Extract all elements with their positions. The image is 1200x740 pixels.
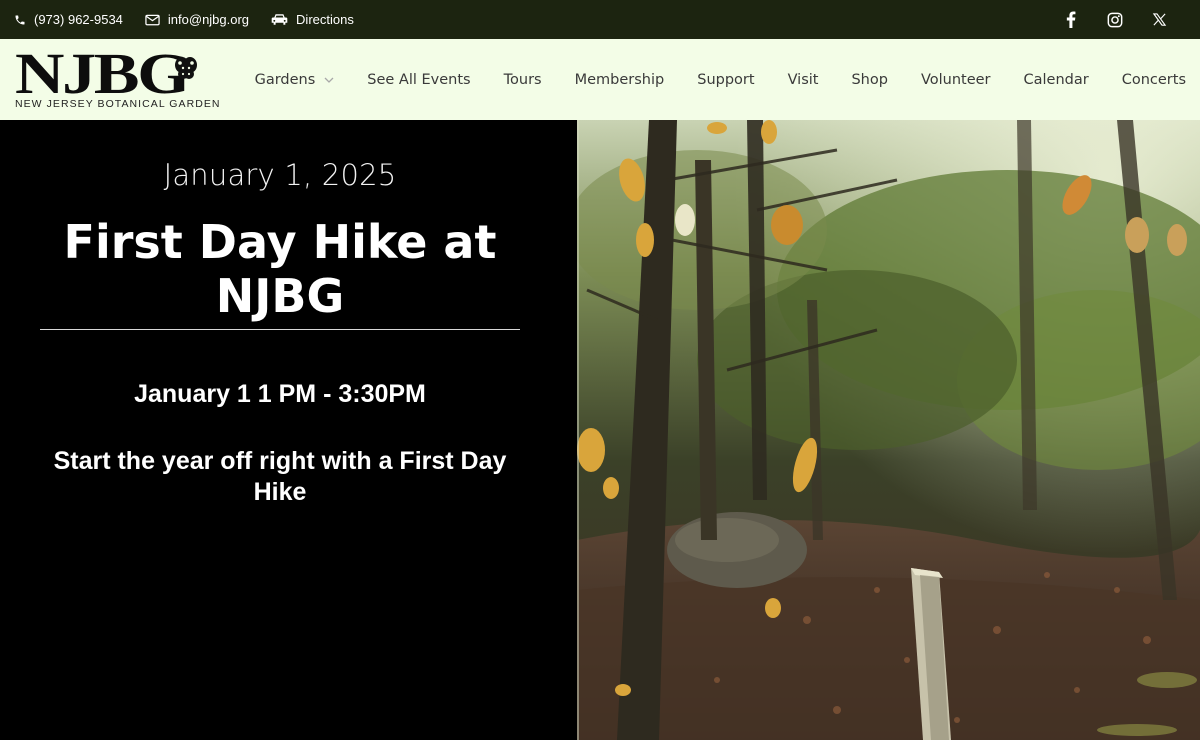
social-links bbox=[1038, 9, 1186, 31]
nav-item-membership[interactable]: Membership bbox=[575, 72, 665, 88]
nav-item-label: Membership bbox=[574, 71, 665, 88]
event-date: January 1, 2025 bbox=[163, 158, 397, 192]
nav-item-label: Shop bbox=[851, 71, 888, 88]
nav-item-visit[interactable]: Visit bbox=[788, 72, 819, 88]
logo-mark: NJBG bbox=[15, 41, 190, 106]
butterfly-icon bbox=[175, 57, 197, 79]
nav-item-label: Volunteer bbox=[920, 71, 991, 88]
facebook-icon bbox=[1066, 11, 1076, 28]
nav-item-label: Tours bbox=[503, 71, 542, 88]
email-link[interactable]: info@njbg.org bbox=[145, 12, 249, 27]
facebook-link[interactable] bbox=[1060, 9, 1082, 31]
nav-item-support[interactable]: Support bbox=[697, 72, 754, 88]
nav-item-shop[interactable]: Shop bbox=[851, 72, 887, 88]
x-link[interactable] bbox=[1148, 9, 1170, 31]
envelope-icon bbox=[145, 14, 160, 25]
forest-illustration bbox=[577, 120, 1200, 740]
nav-item-tours[interactable]: Tours bbox=[504, 72, 542, 88]
nav-item-label: Visit bbox=[787, 71, 819, 88]
njbg-logo[interactable]: NJBG NEW JERSEY BOTANICAL GARDEN bbox=[15, 42, 219, 112]
title-divider bbox=[40, 329, 520, 330]
instagram-icon bbox=[1107, 12, 1123, 27]
main-navbar: NJBG NEW JERSEY BOTANICAL GARDEN Gardens… bbox=[0, 39, 1200, 120]
nav-menu: Gardens See All Events Tours Membership … bbox=[255, 39, 1186, 120]
nav-item-label: Support bbox=[697, 71, 755, 88]
phone-link[interactable]: (973) 962-9534 bbox=[14, 12, 123, 27]
nav-item-concerts[interactable]: Concerts bbox=[1122, 72, 1186, 88]
nav-item-gardens[interactable]: Gardens bbox=[255, 72, 335, 88]
forest-trail-photo bbox=[577, 120, 1200, 740]
event-time: January 1 1 PM - 3:30PM bbox=[134, 380, 426, 408]
email-address: info@njbg.org bbox=[167, 12, 250, 27]
nav-item-label: See All Events bbox=[367, 71, 471, 88]
nav-item-label: Calendar bbox=[1023, 71, 1089, 88]
event-description: Start the year off right with a First Da… bbox=[53, 447, 507, 506]
nav-item-volunteer[interactable]: Volunteer bbox=[921, 72, 991, 88]
event-hero-text: January 1, 2025 First Day Hike at NJBG J… bbox=[0, 120, 577, 740]
logo-subtitle: NEW JERSEY BOTANICAL GARDEN bbox=[15, 98, 221, 110]
nav-item-label: Concerts bbox=[1121, 71, 1186, 88]
top-utility-bar: (973) 962-9534 info@njbg.org Directions bbox=[0, 0, 1200, 39]
nav-item-see-all-events[interactable]: See All Events bbox=[367, 72, 470, 88]
phone-icon bbox=[15, 15, 25, 24]
directions-label: Directions bbox=[296, 12, 354, 27]
chevron-down-icon bbox=[324, 77, 334, 83]
x-icon bbox=[1152, 13, 1166, 26]
directions-link[interactable]: Directions bbox=[271, 12, 354, 27]
instagram-link[interactable] bbox=[1104, 9, 1126, 31]
event-title: First Day Hike at NJBG bbox=[63, 215, 497, 323]
phone-number: (973) 962-9534 bbox=[34, 12, 123, 27]
nav-item-label: Gardens bbox=[254, 71, 316, 88]
nav-item-calendar[interactable]: Calendar bbox=[1024, 72, 1089, 88]
car-icon bbox=[271, 14, 288, 25]
